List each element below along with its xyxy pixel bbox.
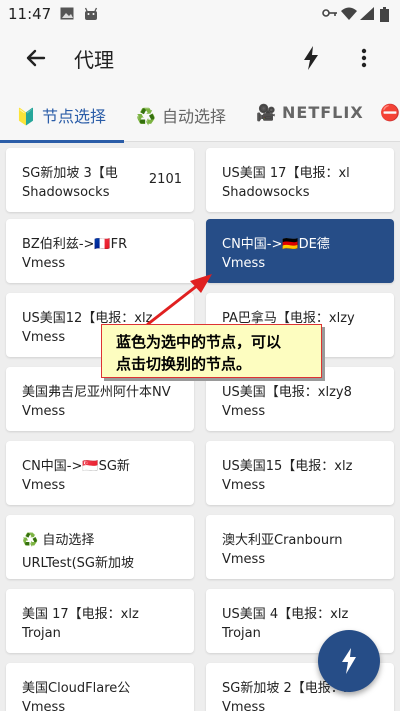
proxy-name: ♻️ 自动选择: [22, 533, 95, 548]
proxy-name: US美国【电报：xlzy8: [222, 385, 352, 400]
proxy-card[interactable]: BZ伯利兹->🇫🇷FR Vmess: [6, 219, 194, 283]
tab-node-select[interactable]: 🔰 节点选择: [16, 103, 106, 127]
proxy-name: 美国弗吉尼亚州阿什本NV: [22, 385, 171, 400]
back-arrow-icon[interactable]: [22, 44, 50, 72]
proxy-name: US美国 4【电报：xlz: [222, 607, 349, 622]
proxy-type: Vmess: [22, 256, 66, 271]
proxy-name: SG新加坡 3【电: [22, 166, 118, 181]
proxy-name: BZ伯利兹->🇫🇷FR: [22, 237, 128, 252]
proxy-delay: 2101: [148, 172, 182, 187]
proxy-card[interactable]: CN中国->🇸🇬SG新 Vmess: [6, 441, 194, 505]
proxy-card[interactable]: US美国15【电报：xlz Vmess: [206, 441, 394, 505]
proxy-type: Shadowsocks: [22, 185, 110, 200]
battery-icon: [380, 7, 389, 26]
proxy-type: Vmess: [222, 404, 266, 419]
proxy-name: 澳大利亚Cranbourn: [222, 533, 343, 548]
proxy-card[interactable]: ♻️ 自动选择 URLTest(SG新加坡: [6, 515, 194, 579]
proxy-type: Vmess: [222, 478, 266, 493]
wifi-icon: [341, 7, 357, 24]
proxy-name: 美国CloudFlare公: [22, 681, 131, 696]
tab-label: NETFLIX: [282, 103, 364, 122]
proxy-type: Vmess: [222, 256, 266, 271]
tab-auto-select[interactable]: ♻️ 自动选择: [136, 103, 226, 127]
proxy-card[interactable]: 美国 17【电报：xlz Trojan: [6, 589, 194, 653]
proxy-card[interactable]: 美国CloudFlare公 Vmess: [6, 663, 194, 711]
group-tabs: 🔰 节点选择 ♻️ 自动选择 🎥 NETFLIX ⛔: [0, 86, 400, 142]
proxy-type: Vmess: [22, 478, 66, 493]
status-bar: 11:47: [0, 0, 400, 30]
proxy-type: URLTest(SG新加坡: [22, 556, 134, 571]
annotation-callout: 蓝色为选中的节点，可以 点击切换别的节点。: [101, 324, 322, 378]
tab-label: 自动选择: [162, 107, 227, 126]
proxy-card[interactable]: US美国 17【电报：xl Shadowsocks: [206, 148, 394, 212]
proxy-type: Vmess: [22, 330, 66, 345]
android-icon: [84, 7, 98, 24]
no-entry-icon: ⛔: [380, 103, 400, 122]
proxy-name: 美国 17【电报：xlz: [22, 607, 139, 622]
proxy-card[interactable]: 澳大利亚Cranbourn Vmess: [206, 515, 394, 579]
proxy-name: CN中国->🇩🇪DE德: [222, 237, 330, 252]
signal-icon: [360, 7, 374, 24]
callout-line-2: 点击切换别的节点。: [116, 355, 252, 373]
tab-label: 节点选择: [42, 107, 107, 126]
test-delay-fab[interactable]: [318, 630, 380, 692]
proxy-type: Vmess: [22, 404, 66, 419]
vpn-key-icon: [322, 7, 338, 23]
proxy-type: Vmess: [222, 552, 266, 567]
proxy-card[interactable]: SG新加坡 3【电 Shadowsocks 2101: [6, 148, 194, 212]
bolt-icon: [342, 648, 356, 674]
tab-blocked[interactable]: ⛔: [380, 103, 400, 122]
proxy-type: Vmess: [222, 700, 266, 711]
proxy-name: CN中国->🇸🇬SG新: [22, 459, 130, 474]
proxy-type: Trojan: [222, 626, 261, 641]
bolt-icon[interactable]: [298, 44, 324, 72]
more-vertical-icon[interactable]: [352, 44, 376, 72]
proxy-type: Vmess: [22, 700, 66, 711]
proxy-type: Shadowsocks: [222, 185, 310, 200]
proxy-type: Trojan: [22, 626, 61, 641]
image-icon: [60, 7, 74, 24]
beginner-badge-icon: 🔰: [16, 107, 36, 126]
app-bar: 代理: [0, 30, 400, 86]
tab-netflix[interactable]: 🎥 NETFLIX: [256, 103, 364, 122]
movie-camera-icon: 🎥: [256, 103, 277, 122]
proxy-name: US美国 17【电报：xl: [222, 166, 350, 181]
proxy-card-selected[interactable]: CN中国->🇩🇪DE德 Vmess: [206, 219, 394, 283]
page-title: 代理: [74, 48, 114, 72]
recycle-icon: ♻️: [136, 107, 156, 126]
proxy-name: US美国15【电报：xlz: [222, 459, 353, 474]
callout-line-1: 蓝色为选中的节点，可以: [116, 333, 282, 351]
status-time: 11:47: [8, 5, 52, 23]
proxy-list: SG新加坡 3【电 Shadowsocks 2101 US美国 17【电报：xl…: [0, 143, 400, 711]
